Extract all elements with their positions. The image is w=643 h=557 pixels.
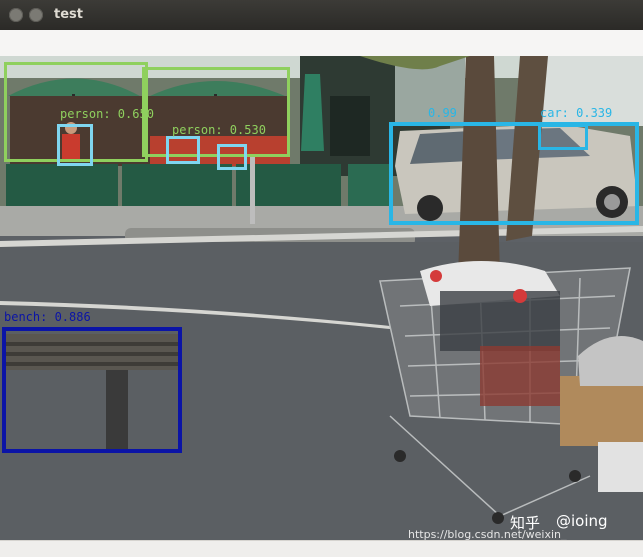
- detection-box-person-small: [166, 136, 200, 164]
- window-statusbar: [0, 540, 643, 557]
- image-canvas: person: 0.650 person: 0.530 0.99 car: 0.…: [0, 56, 643, 540]
- white-box: [598, 442, 643, 492]
- detection-box-car-small: [538, 124, 588, 150]
- detection-label: person: 0.650: [60, 107, 154, 121]
- detection-box-car: [389, 122, 639, 225]
- window-titlebar: test: [0, 0, 643, 30]
- sign-pole: [250, 156, 255, 224]
- closed-umbrella: [301, 74, 324, 151]
- cardboard-box: [560, 376, 643, 446]
- close-window-button[interactable]: [9, 8, 23, 22]
- watermark-url: https://blog.csdn.net/weixin_: [408, 528, 567, 540]
- window-toolbar: [0, 30, 643, 57]
- detection-label: person: 0.530: [172, 123, 266, 137]
- barrier-panel: [122, 164, 232, 208]
- barrier-panel: [348, 164, 393, 208]
- detection-box-person-small: [57, 124, 93, 166]
- barrier-panel: [6, 164, 118, 208]
- detection-label: bench: 0.886: [4, 310, 91, 324]
- minimize-window-button[interactable]: [29, 8, 43, 22]
- window-title: test: [54, 7, 83, 22]
- detection-box-person-small: [217, 144, 247, 170]
- detection-box-person: [142, 67, 290, 157]
- detection-box-bench: [2, 327, 182, 453]
- detection-label: car: 0.339: [540, 106, 613, 120]
- detection-label: 0.99: [428, 106, 457, 120]
